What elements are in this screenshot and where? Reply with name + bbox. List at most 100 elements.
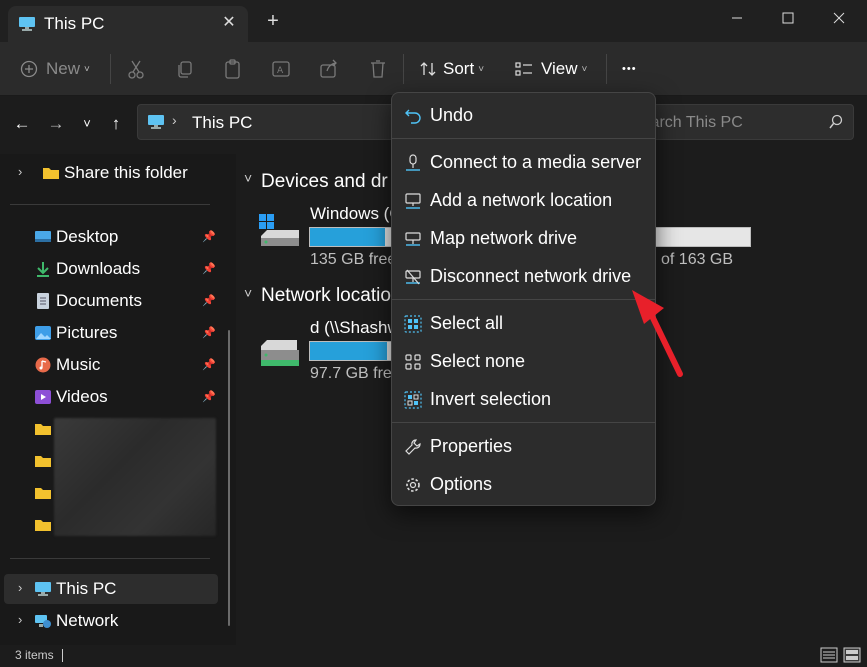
sidebar-item-pictures[interactable]: Pictures 📌 <box>4 318 218 348</box>
back-arrow-icon[interactable]: ← <box>11 113 33 135</box>
toolbar-divider <box>606 54 607 84</box>
folder-icon[interactable] <box>34 518 52 532</box>
menu-item-select-all[interactable]: Select all <box>396 305 653 341</box>
share-icon[interactable] <box>319 54 339 84</box>
sidebar-item-downloads[interactable]: Downloads 📌 <box>4 254 218 284</box>
sidebar-item-label: This PC <box>56 579 117 598</box>
more-options-button[interactable]: ••• <box>622 54 637 84</box>
breadcrumb[interactable]: This PC <box>192 113 252 133</box>
menu-item-label: Properties <box>430 436 513 456</box>
drive-c-name[interactable]: Windows (C <box>310 204 402 224</box>
sidebar-item-music[interactable]: Music 📌 <box>4 350 218 380</box>
tiles-view-icon[interactable] <box>843 647 861 663</box>
tab-title: This PC <box>44 14 105 33</box>
menu-item-select-none[interactable]: Select none <box>396 343 653 379</box>
close-window-icon[interactable] <box>816 4 862 32</box>
chevron-right-icon: › <box>18 164 23 179</box>
menu-item-properties[interactable]: Properties <box>396 428 653 464</box>
address-bar[interactable]: › This PC <box>137 104 407 140</box>
menu-divider <box>392 299 655 300</box>
gear-icon <box>406 478 420 492</box>
status-bar: 3 items <box>0 645 867 667</box>
menu-item-undo[interactable]: Undo <box>396 97 653 133</box>
sort-button[interactable]: Sort ˅ <box>419 54 484 84</box>
redacted-folder-names <box>54 418 216 536</box>
pin-icon[interactable]: 📌 <box>202 326 216 339</box>
collapse-chevron-icon[interactable]: ˅ <box>244 285 252 301</box>
download-icon <box>37 262 49 277</box>
status-divider <box>62 649 63 662</box>
new-button[interactable]: New ˅ <box>20 54 90 84</box>
sidebar-item-label: Pictures <box>56 323 118 342</box>
item-count: 3 items <box>15 648 54 662</box>
menu-item-map-network-drive[interactable]: Map network drive <box>396 220 653 256</box>
annotation-arrow-icon <box>632 290 683 377</box>
sidebar-scrollbar[interactable] <box>228 330 230 626</box>
sidebar-item-label: Network <box>56 611 119 630</box>
menu-item-label: Connect to a media server <box>430 152 642 172</box>
folder-icon[interactable] <box>34 454 52 468</box>
sidebar-item-this-pc[interactable]: › This PC <box>4 574 218 604</box>
sidebar-item-network[interactable]: › Network <box>4 606 218 636</box>
command-bar: New ˅ A Sort ˅ View ˅ ••• <box>0 42 867 96</box>
drive-d-usage-fill <box>310 342 387 360</box>
sort-label: Sort <box>443 59 475 78</box>
drive-d-name[interactable]: d (\\Shashw <box>310 318 400 338</box>
maximize-icon[interactable] <box>765 4 811 32</box>
view-button[interactable]: View ˅ <box>515 54 587 84</box>
sidebar-item-share-folder[interactable]: › Share this folder <box>4 158 218 188</box>
menu-item-disconnect-network-drive[interactable]: Disconnect network drive <box>396 258 653 294</box>
pin-icon[interactable]: 📌 <box>202 230 216 243</box>
view-label: View <box>541 59 578 78</box>
tab-this-pc[interactable]: This PC ✕ <box>8 6 248 42</box>
drive-c-free-space: 135 GB free <box>310 251 397 268</box>
up-arrow-icon[interactable]: ↑ <box>105 113 127 135</box>
pin-icon[interactable]: 📌 <box>202 358 216 371</box>
sort-icon <box>420 62 436 76</box>
windows-drive-icon <box>259 214 299 246</box>
network-drive-icon <box>261 340 299 366</box>
search-icon <box>829 114 843 129</box>
devices-group-header[interactable]: Devices and dr <box>261 171 388 193</box>
sidebar-item-desktop[interactable]: Desktop 📌 <box>4 222 218 252</box>
menu-item-label: Disconnect network drive <box>430 266 632 286</box>
menu-item-options[interactable]: Options <box>396 466 653 502</box>
folder-icon[interactable] <box>34 486 52 500</box>
drive-c-usage-fill <box>310 228 385 246</box>
recent-locations-chevron-icon[interactable]: ˅ <box>76 113 98 135</box>
sidebar-item-documents[interactable]: Documents 📌 <box>4 286 218 316</box>
pin-icon[interactable]: 📌 <box>202 390 216 403</box>
network-locations-group-header[interactable]: Network locatio <box>261 285 391 307</box>
chevron-down-icon: ˅ <box>84 63 90 75</box>
paste-icon[interactable] <box>223 54 243 84</box>
collapse-chevron-icon[interactable]: ˅ <box>244 170 252 186</box>
minimize-icon[interactable] <box>714 4 760 32</box>
folder-icon[interactable] <box>34 422 52 436</box>
search-box[interactable]: Search This PC <box>622 104 854 140</box>
monitor-icon <box>35 582 51 596</box>
forward-arrow-icon[interactable]: → <box>45 113 67 135</box>
menu-item-add-network-location[interactable]: Add a network location <box>396 182 653 218</box>
menu-item-connect-media-server[interactable]: Connect to a media server <box>396 144 653 180</box>
details-view-icon[interactable] <box>820 647 838 663</box>
cut-icon[interactable] <box>126 54 146 84</box>
pin-icon[interactable]: 📌 <box>202 294 216 307</box>
menu-item-invert-selection[interactable]: Invert selection <box>396 381 653 417</box>
sidebar-item-label: Documents <box>56 291 142 310</box>
new-tab-icon[interactable]: + <box>262 10 284 32</box>
new-button-label: New <box>46 59 81 78</box>
close-tab-icon[interactable]: ✕ <box>218 12 240 34</box>
drive-c-total-space: of 163 GB <box>661 251 734 268</box>
sidebar-item-label: Videos <box>56 387 108 406</box>
rename-icon[interactable]: A <box>271 54 291 84</box>
copy-icon[interactable] <box>175 54 195 84</box>
undo-icon <box>405 109 421 124</box>
sidebar-item-videos[interactable]: Videos 📌 <box>4 382 218 412</box>
delete-icon[interactable] <box>368 54 388 84</box>
sidebar-item-label: Desktop <box>56 227 119 246</box>
monitor-icon <box>148 115 164 129</box>
menu-item-label: Invert selection <box>430 389 552 409</box>
pin-icon[interactable]: 📌 <box>202 262 216 275</box>
toolbar-divider <box>110 54 111 84</box>
desktop-icon <box>35 231 51 242</box>
